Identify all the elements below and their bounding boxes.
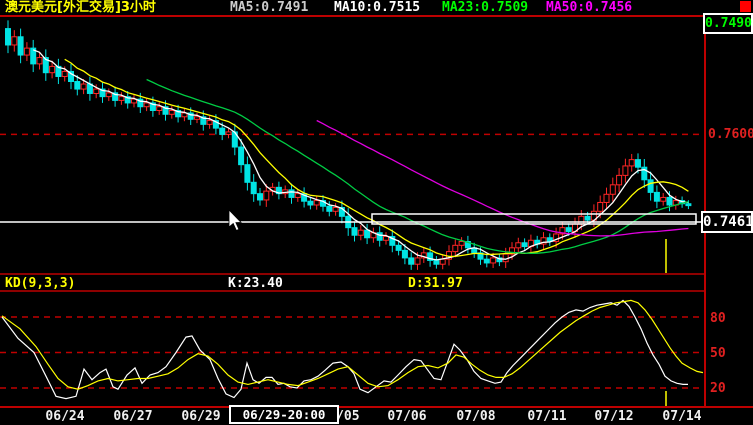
alert-indicator-square xyxy=(740,1,751,12)
date-label-07-08: 07/08 xyxy=(456,409,496,424)
date-label-07-11: 07/11 xyxy=(527,409,567,424)
instrument-title: 澳元美元[外汇交易]3小时 xyxy=(5,0,156,15)
chart-canvas[interactable] xyxy=(0,0,753,425)
ma-label-1: MA10:0.7515 xyxy=(334,0,421,15)
date-label-06-29: 06/29 xyxy=(181,409,221,424)
trading-app-window: 澳元美元[外汇交易]3小时 MA5:0.7491 MA10:0.7515 MA23:… xyxy=(0,0,753,425)
price-axis-label-0-7600: 0.7600 xyxy=(708,127,753,142)
kd-d-line xyxy=(1,299,704,390)
last-price-quote-box: 0.7490 xyxy=(703,13,753,34)
kd-d-value: D:31.97 xyxy=(408,276,463,291)
date-label-07-06: 07/06 xyxy=(387,409,427,424)
ma-line-ma10 xyxy=(64,58,689,258)
kd-axis-label-20: 20 xyxy=(710,381,726,396)
date-label-06-27: 06/27 xyxy=(113,409,153,424)
candlesticks xyxy=(5,20,692,270)
ma-label-3: MA50:0.7456 xyxy=(546,0,633,15)
main-chart-panel[interactable] xyxy=(0,20,705,270)
ma-label-0: MA5:0.7491 xyxy=(230,0,309,15)
ma-line-ma23 xyxy=(146,78,689,254)
crosshair-date-box: 06/29-20:00 xyxy=(229,405,339,424)
date-label-06-24: 06/24 xyxy=(45,409,85,424)
mouse-cursor xyxy=(228,209,242,232)
date-label-07-12: 07/12 xyxy=(594,409,634,424)
crosshair-price-box: 0.7461 xyxy=(701,211,753,233)
kd-axis-label-80: 80 xyxy=(710,311,726,326)
kd-k-value: K:23.40 xyxy=(228,276,283,291)
kd-indicator-panel[interactable] xyxy=(0,299,705,400)
ma-label-2: MA23:0.7509 xyxy=(442,0,529,15)
date-label-07-14: 07/14 xyxy=(662,409,702,424)
kd-indicator-title: KD(9,3,3) xyxy=(5,276,76,291)
kd-axis-label-50: 50 xyxy=(710,346,726,361)
